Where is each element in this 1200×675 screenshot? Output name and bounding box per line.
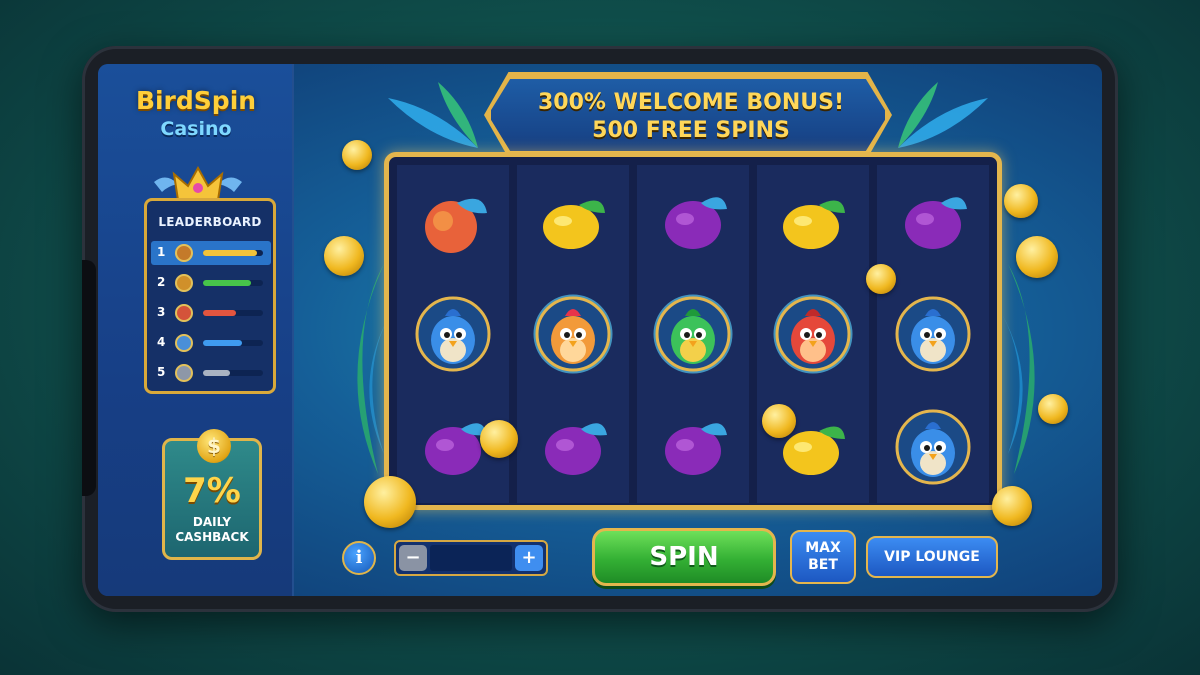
leaderboard-row[interactable]: 5 [151,361,271,385]
peach-icon [425,198,487,253]
avatar [175,244,193,262]
cashback-label-line1: DAILY [192,515,232,529]
plum-icon [665,197,727,249]
plum-icon [905,197,967,249]
blue-bird-icon [415,296,491,372]
coin-icon [1004,184,1038,218]
brand-name: BirdSpin [135,86,257,115]
bet-stepper: − + [394,540,548,576]
reel-cell [397,165,509,277]
score-bar [203,370,230,376]
leaderboard-row[interactable]: 4 [151,331,271,355]
leaf-decoration-icon [898,82,988,148]
coin-icon [342,140,372,170]
reel-cell [877,391,989,503]
cashback-label-line2: CASHBACK [175,530,249,544]
reel-cell [397,278,509,390]
avatar [175,334,193,352]
coin-icon [1038,394,1068,424]
coin-icon [1016,236,1058,278]
coin-icon [324,236,364,276]
slot-reels[interactable] [384,152,1002,510]
leaderboard-title: LEADERBOARD [158,215,262,229]
game-screen: BirdSpin Casino LEADERBOARD 1 2 3 4 5 $ 7% D… [98,64,1102,596]
max-bet-line1: MAX [805,540,841,556]
vip-lounge-button[interactable]: VIP LOUNGE [866,536,998,578]
leaderboard-rank: 4 [157,335,166,349]
leaderboard-row[interactable]: 2 [151,271,271,295]
plum-icon [545,423,607,475]
score-bar [203,310,236,316]
leaf-decoration-icon [388,82,478,148]
bet-amount-field[interactable] [430,545,512,571]
leaderboard-row[interactable]: 3 [151,301,271,325]
blue-bird-icon [895,409,971,485]
reel-cell [757,165,869,277]
avatar [175,274,193,292]
avatar [175,304,193,322]
reel-cell [517,278,629,390]
plum-icon [665,423,727,475]
coin-icon [364,476,416,528]
leaderboard-rank: 1 [157,245,166,259]
bonus-line-2: 500 FREE SPINS [592,118,790,143]
green-parrot-icon [653,294,733,374]
lemon-icon [543,200,605,249]
max-bet-button[interactable]: MAX BET [790,530,856,584]
coin-icon [480,420,518,458]
blue-bird-icon [895,296,971,372]
reel-cell [757,278,869,390]
reel-cell [517,391,629,503]
leaf-decoration-icon [1002,264,1035,474]
leaderboard-rank: 2 [157,275,166,289]
leaderboard-row[interactable]: 1 [151,241,271,265]
cashback-badge[interactable]: $ 7% DAILY CASHBACK [162,429,262,560]
info-button[interactable]: i [342,541,376,575]
reel-cell [637,391,749,503]
leaderboard-rank: 5 [157,365,166,379]
coin-icon [992,486,1032,526]
bonus-line-1: 300% WELCOME BONUS! [538,90,844,115]
leaderboard-panel: LEADERBOARD 1 2 3 4 5 [144,198,276,394]
rooster-bird-icon [533,294,613,374]
brand-subtitle: Casino [160,118,232,140]
cashback-label: DAILY CASHBACK [165,515,259,545]
dollar-coin-icon: $ [197,429,231,463]
leaderboard-rank: 3 [157,305,166,319]
spin-button[interactable]: SPIN [592,528,776,586]
coin-icon [866,264,896,294]
red-bird-icon [773,294,853,374]
reel-column [877,165,989,503]
reel-column [517,165,629,503]
reel-cell [517,165,629,277]
reel-cell [637,278,749,390]
welcome-bonus-banner[interactable]: 300% WELCOME BONUS! 500 FREE SPINS [488,76,888,154]
reel-cell [877,165,989,277]
reel-cell [637,165,749,277]
reel-cell [877,278,989,390]
score-bar [203,340,242,346]
bet-increase-button[interactable]: + [515,545,543,571]
cashback-percent: 7% [183,471,241,511]
bet-decrease-button[interactable]: − [399,545,427,571]
coin-icon [762,404,796,438]
reel-column [637,165,749,503]
reel-column [757,165,869,503]
lemon-icon [783,200,845,249]
score-bar [203,280,251,286]
sidebar: BirdSpin Casino LEADERBOARD 1 2 3 4 5 $ 7% D… [98,64,294,596]
avatar [175,364,193,382]
max-bet-line2: BET [808,557,838,573]
score-bar [203,250,257,256]
tablet-notch [82,260,96,496]
